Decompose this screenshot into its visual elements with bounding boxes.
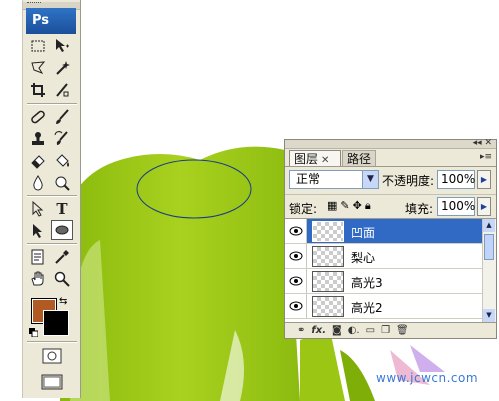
- lock-all-icon[interactable]: 🔒︎: [365, 199, 371, 213]
- panel-menu-icon[interactable]: ▸≡: [480, 152, 492, 162]
- layer-name: 凹面: [351, 226, 376, 240]
- lock-row: 锁定: ▦ ✎ ✥ 🔒︎ 填充: 100% ▶: [285, 194, 496, 217]
- opacity-label: 不透明度:: [382, 174, 435, 188]
- layer-name: 高光2: [351, 301, 383, 315]
- tab-paths-label: 路径: [347, 152, 372, 166]
- layer-row[interactable]: 高光3: [285, 269, 483, 294]
- scroll-down-icon[interactable]: ▼: [483, 309, 495, 322]
- layer-thumbnail: [312, 246, 344, 267]
- hand-icon[interactable]: [27, 269, 49, 289]
- direct-selection-icon[interactable]: [27, 221, 49, 241]
- blend-mode-value: 正常: [296, 172, 321, 186]
- default-colors-icon[interactable]: [29, 326, 39, 338]
- tab-layers-label: 图层: [294, 152, 319, 166]
- trash-icon[interactable]: 🗑︎: [396, 325, 409, 336]
- watermark: www.jcwcn.com: [376, 371, 479, 385]
- new-layer-icon[interactable]: ❐: [381, 325, 390, 336]
- background-color-swatch[interactable]: [43, 310, 69, 336]
- layer-row[interactable]: 梨心: [285, 244, 483, 269]
- paint-bucket-icon[interactable]: [51, 151, 73, 171]
- healing-brush-icon[interactable]: [27, 107, 49, 127]
- layer-name: 高光3: [351, 276, 383, 290]
- fill-label: 填充:: [405, 202, 434, 216]
- adjustment-icon[interactable]: ◐.: [348, 325, 360, 336]
- screen-mode-icon[interactable]: [41, 372, 63, 392]
- link-icon[interactable]: ⚭: [297, 325, 305, 336]
- layer-thumbnail: [312, 271, 344, 292]
- lasso-icon[interactable]: [27, 58, 49, 78]
- layers-list: 凹面 梨心 高光3 高光2 ▲ ▼: [285, 218, 496, 322]
- eye-icon[interactable]: [285, 219, 307, 243]
- crop-icon[interactable]: [27, 80, 49, 100]
- blend-row: 正常 ▼ 不透明度: 100% ▶: [285, 168, 496, 192]
- panel-tabs: 图层 ✕ 路径 ▸≡: [285, 149, 496, 167]
- layer-thumbnail: [312, 221, 344, 242]
- toolbox: Ps T ⇆: [22, 0, 81, 398]
- scroll-thumb[interactable]: [484, 234, 494, 260]
- fill-slider-button[interactable]: ▶: [477, 197, 491, 216]
- panel-title-bar[interactable]: ◂◂ ✕: [285, 138, 496, 149]
- opacity-field[interactable]: 100%: [437, 170, 475, 189]
- marquee-icon[interactable]: [27, 36, 49, 56]
- eye-icon[interactable]: [285, 269, 307, 293]
- notes-icon[interactable]: [27, 247, 49, 267]
- slice-icon[interactable]: [51, 80, 73, 100]
- layer-row[interactable]: 高光2: [285, 294, 483, 319]
- clone-stamp-icon[interactable]: [27, 129, 49, 149]
- opacity-slider-button[interactable]: ▶: [477, 170, 491, 189]
- eye-icon[interactable]: [285, 294, 307, 318]
- move-icon[interactable]: [51, 36, 73, 56]
- chevron-down-icon[interactable]: ▼: [362, 171, 378, 188]
- blend-mode-select[interactable]: 正常 ▼: [289, 170, 379, 189]
- scroll-up-icon[interactable]: ▲: [483, 219, 495, 232]
- layers-panel: ◂◂ ✕ 图层 ✕ 路径 ▸≡ 正常 ▼ 不透明度: 100% ▶ 锁定: ▦ ✎…: [284, 138, 497, 339]
- lock-position-icon[interactable]: ✥: [353, 199, 362, 213]
- swap-colors-icon[interactable]: ⇆: [59, 296, 67, 307]
- lock-label: 锁定:: [289, 202, 318, 216]
- layers-bottom-bar: ⚭ fx. ◙ ◐. ▭ ❐ 🗑︎: [285, 322, 496, 338]
- type-icon[interactable]: T: [51, 199, 73, 219]
- layers-scrollbar[interactable]: ▲ ▼: [482, 219, 496, 322]
- photoshop-logo[interactable]: Ps: [26, 8, 76, 34]
- eyedropper-icon[interactable]: [51, 247, 73, 267]
- lock-transparency-icon[interactable]: ▦: [327, 199, 337, 213]
- history-brush-icon[interactable]: [51, 129, 73, 149]
- tab-paths[interactable]: 路径: [342, 150, 376, 166]
- zoom-icon[interactable]: [51, 269, 73, 289]
- layer-thumbnail: [312, 296, 344, 317]
- ellipse-icon[interactable]: [51, 220, 73, 240]
- path-selection-icon[interactable]: [27, 199, 49, 219]
- fx-icon[interactable]: fx.: [311, 325, 326, 336]
- close-icon[interactable]: ✕: [321, 155, 329, 166]
- quick-mask-icon[interactable]: [41, 346, 63, 366]
- layer-row[interactable]: 凹面: [285, 219, 483, 244]
- lock-pixels-icon[interactable]: ✎: [340, 199, 349, 213]
- fill-field[interactable]: 100%: [437, 197, 475, 216]
- magic-wand-icon[interactable]: [51, 58, 73, 78]
- eye-icon[interactable]: [285, 244, 307, 268]
- blur-icon[interactable]: [27, 173, 49, 193]
- brush-icon[interactable]: [51, 107, 73, 127]
- dodge-icon[interactable]: [51, 173, 73, 193]
- collapse-icon[interactable]: ◂◂ ✕: [473, 138, 492, 148]
- lock-icons: ▦ ✎ ✥ 🔒︎: [327, 199, 371, 213]
- layer-name: 梨心: [351, 251, 376, 265]
- eraser-icon[interactable]: [27, 151, 49, 171]
- group-icon[interactable]: ▭: [366, 325, 375, 336]
- mask-icon[interactable]: ◙: [332, 325, 342, 336]
- tab-layers[interactable]: 图层 ✕: [289, 150, 341, 166]
